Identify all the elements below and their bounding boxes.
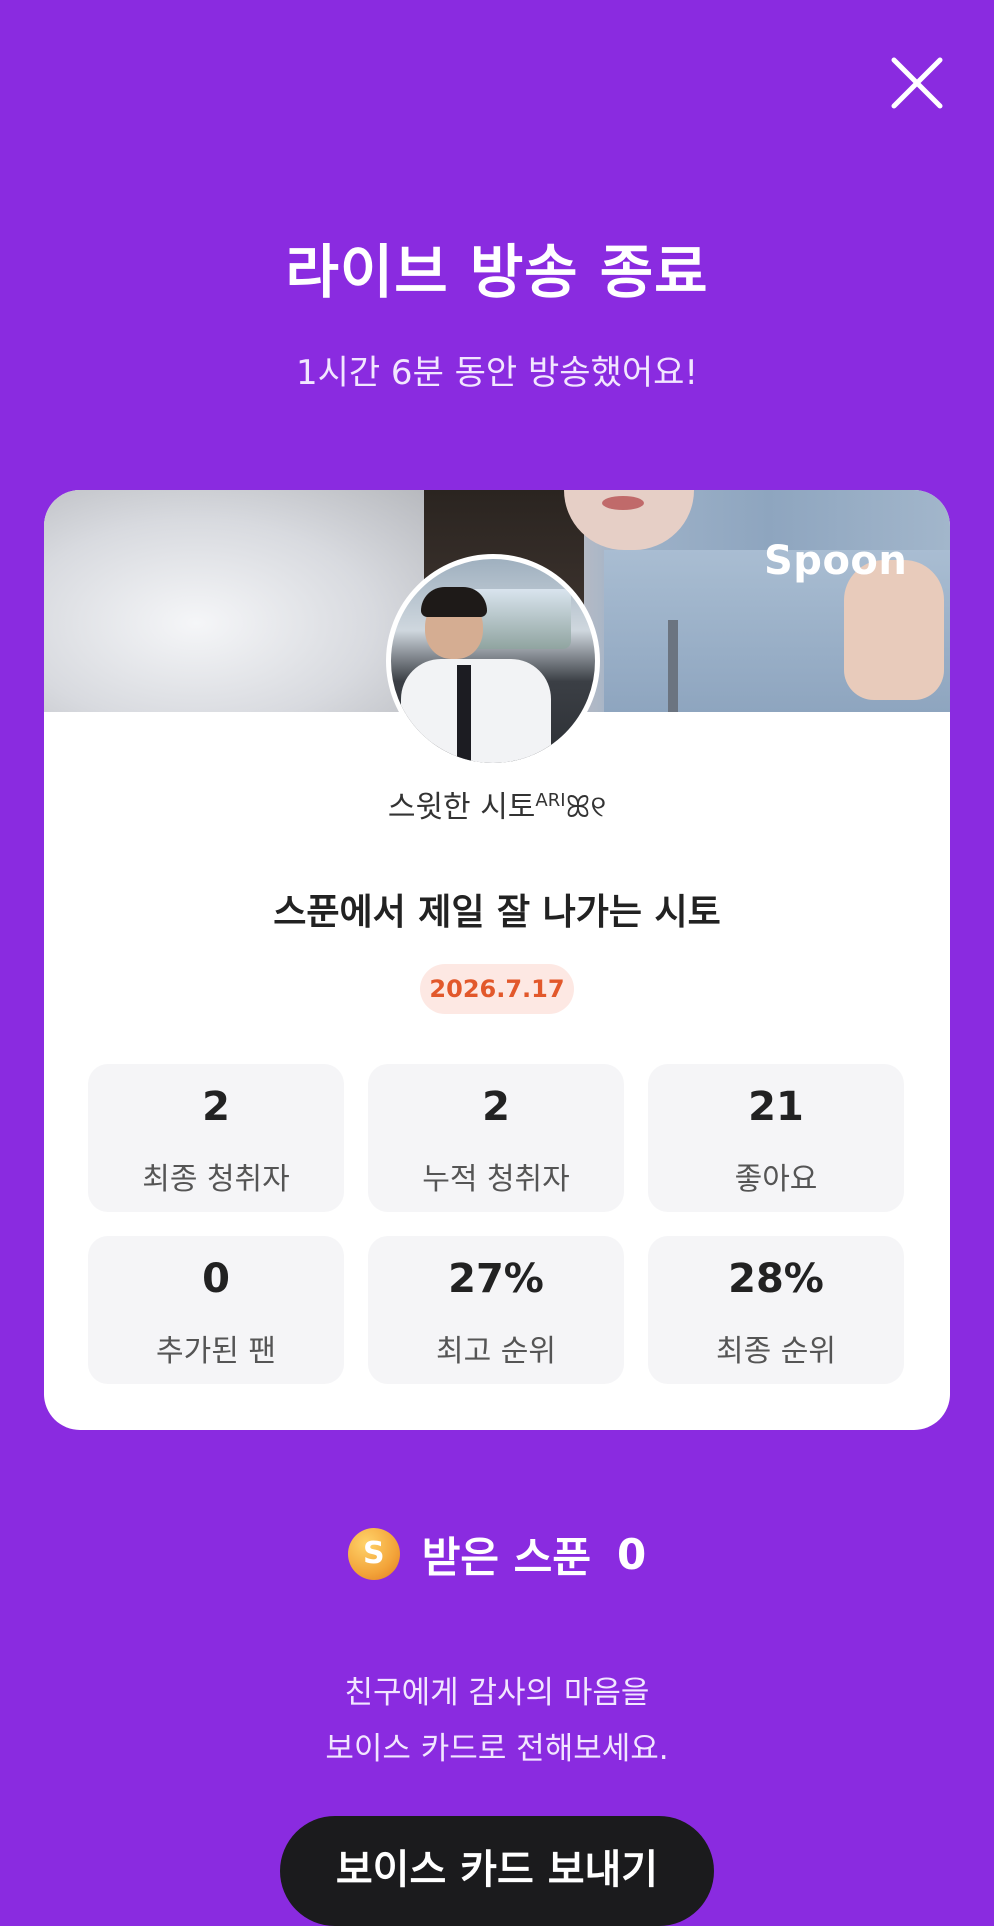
stat-total-listeners: 2 누적 청취자 bbox=[368, 1064, 624, 1212]
stat-final-listeners: 2 최종 청취자 bbox=[88, 1064, 344, 1212]
stat-label: 추가된 팬 bbox=[156, 1334, 276, 1369]
received-spoons: S 받은 스푼 0 bbox=[0, 1524, 994, 1584]
stat-label: 좋아요 bbox=[734, 1162, 818, 1197]
thanks-line-1: 친구에게 감사의 마음을 bbox=[344, 1675, 650, 1711]
nickname-tail: ꕤ୧ bbox=[565, 790, 607, 825]
stat-value: 21 bbox=[748, 1084, 804, 1130]
thanks-message: 친구에게 감사의 마음을 보이스 카드로 전해보세요. bbox=[0, 1665, 994, 1777]
avatar bbox=[386, 554, 600, 768]
close-button[interactable] bbox=[888, 54, 946, 112]
stat-label: 최종 순위 bbox=[716, 1334, 836, 1369]
send-voice-card-button[interactable]: 보이스 카드 보내기 bbox=[280, 1816, 714, 1926]
stat-label: 최고 순위 bbox=[436, 1334, 556, 1369]
nickname-sup: ARI bbox=[535, 790, 566, 811]
stat-value: 2 bbox=[482, 1084, 510, 1130]
live-title: 스푼에서 제일 잘 나가는 시토 bbox=[273, 892, 721, 933]
stat-best-rank: 27% 최고 순위 bbox=[368, 1236, 624, 1384]
stat-value: 2 bbox=[202, 1084, 230, 1130]
page-title: 라이브 방송 종료 bbox=[285, 238, 709, 306]
spoon-logo: Spoon bbox=[764, 538, 908, 584]
stat-value: 27% bbox=[448, 1256, 544, 1302]
stat-value: 28% bbox=[728, 1256, 824, 1302]
stat-final-rank: 28% 최종 순위 bbox=[648, 1236, 904, 1384]
nickname-main: 스윗한 시토 bbox=[387, 790, 536, 825]
dj-nickname: 스윗한 시토ARIꕤ୧ bbox=[44, 782, 950, 826]
stat-value: 0 bbox=[202, 1256, 230, 1302]
spoon-coin-icon: S bbox=[347, 1528, 400, 1580]
stat-label: 누적 청취자 bbox=[422, 1162, 570, 1197]
date-badge: 2026.7.17 bbox=[420, 964, 574, 1014]
close-icon bbox=[891, 57, 943, 109]
stat-label: 최종 청취자 bbox=[142, 1162, 290, 1197]
thanks-line-2: 보이스 카드로 전해보세요. bbox=[325, 1731, 669, 1767]
received-spoons-label: 받은 스푼 bbox=[421, 1532, 591, 1582]
broadcast-summary-card: Spoon 스윗한 시토ARIꕤ୧ 스푼에서 제일 잘 나가는 시토 2026.… bbox=[44, 490, 950, 1430]
broadcast-duration-text: 1시간 6분 동안 방송했어요! bbox=[295, 353, 699, 393]
received-spoons-count: 0 bbox=[616, 1529, 647, 1579]
stat-new-fans: 0 추가된 팬 bbox=[88, 1236, 344, 1384]
stat-likes: 21 좋아요 bbox=[648, 1064, 904, 1212]
